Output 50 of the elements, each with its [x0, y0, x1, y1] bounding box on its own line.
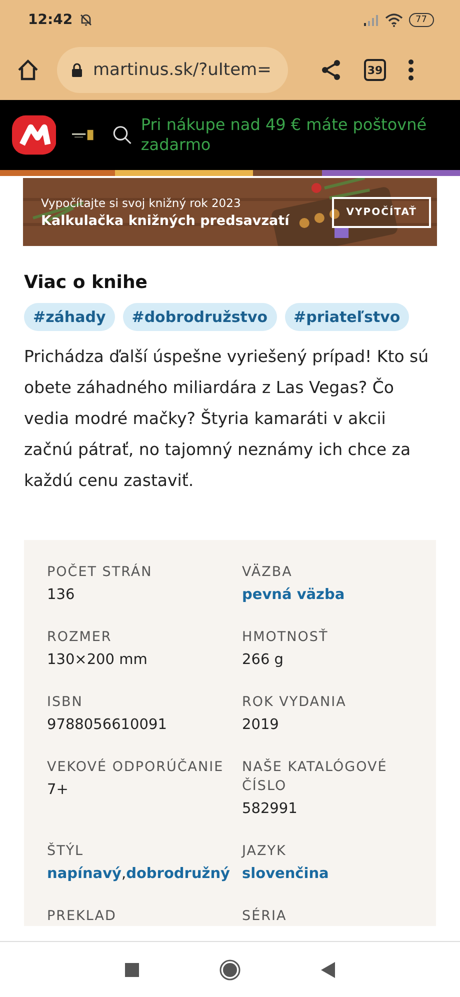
detail-value: 9788056610091 — [47, 717, 167, 733]
home-icon[interactable] — [16, 58, 40, 82]
tag-link[interactable]: #záhady — [24, 303, 115, 331]
signal-icon — [362, 14, 379, 26]
banner-subtitle: Vypočítajte si svoj knižný rok 2023 — [41, 196, 242, 210]
tag-link[interactable]: #dobrodružstvo — [122, 303, 277, 331]
detail-label: ISBN — [47, 693, 84, 712]
calculate-button[interactable]: VYPOČÍTAŤ — [332, 196, 431, 228]
detail-label: POČET STRÁN — [47, 563, 154, 582]
share-icon[interactable] — [320, 59, 342, 81]
detail-label: ROZMER — [47, 628, 113, 647]
partner-logo-icon — [72, 128, 94, 142]
recents-button[interactable] — [125, 962, 139, 976]
muted-bell-icon — [78, 13, 93, 27]
menu-icon[interactable] — [408, 59, 414, 81]
lock-icon — [71, 63, 83, 77]
detail-label: VÄZBA — [242, 563, 294, 582]
tab-count-button[interactable]: 39 — [364, 59, 386, 81]
detail-value: 130×200 mm — [47, 652, 148, 668]
status-time: 12:42 — [28, 12, 73, 28]
detail-link[interactable]: slovenčina — [242, 866, 329, 882]
battery-indicator: 77 — [408, 13, 434, 27]
detail-label: VEKOVÉ ODPORÚČANIE — [47, 758, 225, 777]
book-description: Prichádza ďalší úspešne vyriešený prípad! Kto sú obete záhadného miliardára z Las Vegas? Čo vedia modré mačky? Štyria kamaráti v akcii začnú pátrať, no tajomný neznámy ich chce za každú cenu zastaviť. — [24, 346, 430, 492]
detail-value: 2019 — [242, 717, 279, 733]
separator: , — [121, 866, 126, 882]
home-button[interactable] — [219, 958, 241, 980]
detail-value: 582991 — [242, 801, 298, 817]
detail-value: 136 — [47, 587, 75, 603]
free-shipping-promo: Pri nákupe nad 49 € máte poštovné zadarmo — [140, 115, 428, 155]
promo-banner[interactable]: Vypočítajte si svoj knižný rok 2023 Kalkulačka knižných predsavzatí VYPOČÍTAŤ — [23, 178, 437, 246]
search-icon[interactable] — [112, 123, 133, 147]
detail-label: ŠTÝL — [47, 842, 85, 861]
detail-label: ROK VYDANIA — [242, 693, 348, 712]
detail-value: 266 g — [242, 652, 284, 668]
detail-label: JAZYK — [242, 842, 288, 861]
detail-link[interactable]: dobrodružný — [126, 866, 230, 882]
detail-label: SÉRIA — [242, 907, 288, 926]
banner-title: Kalkulačka knižných predsavzatí — [41, 212, 291, 228]
section-title: Viac o knihe — [24, 272, 148, 293]
detail-label: PREKLAD — [47, 907, 118, 926]
detail-link[interactable]: pevná väzba — [242, 587, 345, 603]
detail-label: NAŠE KATALÓGOVÉ ČÍSLO — [242, 758, 388, 796]
detail-value: 7+ — [47, 782, 68, 798]
url-field[interactable]: martinus.sk/?uItem= — [57, 47, 288, 93]
detail-link[interactable]: napínavý — [47, 866, 122, 882]
wifi-icon — [384, 13, 403, 27]
tag-link[interactable]: #priateľstvo — [284, 303, 410, 331]
detail-label: HMOTNOSŤ — [242, 628, 330, 647]
back-button[interactable] — [321, 962, 335, 978]
